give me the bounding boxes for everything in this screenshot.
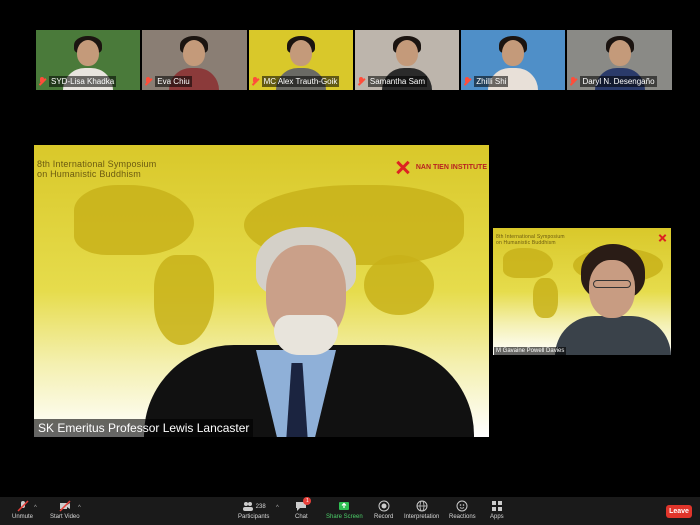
- participant-label: Samantha Sam: [357, 75, 457, 88]
- side-speaker-body: [555, 316, 671, 355]
- people-icon: [242, 502, 253, 511]
- participant-name: MC Alex Trauth-Goik: [261, 76, 340, 87]
- mic-muted-icon: [16, 500, 29, 512]
- participant-tile[interactable]: SYD-Lisa Khadka: [36, 30, 141, 90]
- participant-label: MC Alex Trauth-Goik: [251, 75, 351, 88]
- institute-logo: NAN TIEN INSTITUTE: [393, 157, 487, 177]
- participant-face: [77, 40, 100, 66]
- start-video-button[interactable]: Start Video: [50, 500, 80, 520]
- record-icon: [378, 500, 390, 512]
- mic-muted-icon: [251, 77, 259, 86]
- logo-text: NAN TIEN INSTITUTE: [415, 163, 487, 171]
- side-slide-title: 8th International Symposium on Humanisti…: [496, 234, 565, 246]
- participant-tile[interactable]: Zhilli Shi: [461, 30, 566, 90]
- participant-tile[interactable]: MC Alex Trauth-Goik: [248, 30, 353, 90]
- participant-label: Daryl N. Desengaño: [569, 75, 669, 88]
- side-speaker-name: M Gavaine Powell Davies: [494, 347, 567, 355]
- globe-icon: [416, 500, 428, 512]
- participant-tile[interactable]: Eva Chiu: [142, 30, 247, 90]
- map-shape: [533, 278, 558, 318]
- leave-button[interactable]: Leave: [666, 505, 692, 518]
- participant-tile[interactable]: Samantha Sam: [354, 30, 460, 90]
- share-screen-button[interactable]: Share Screen: [326, 500, 363, 520]
- participants-options-caret[interactable]: ^: [276, 505, 279, 511]
- unmute-options-caret[interactable]: ^: [34, 505, 37, 511]
- speaker-beard: [274, 315, 338, 355]
- mic-muted-icon: [144, 77, 152, 86]
- interpretation-button[interactable]: Interpretation: [404, 500, 439, 520]
- participant-name: Samantha Sam: [367, 76, 428, 87]
- main-speaker-video[interactable]: 8th International Symposium on Humanisti…: [34, 145, 489, 437]
- video-off-icon: [59, 500, 71, 512]
- participant-name: SYD-Lisa Khadka: [49, 76, 117, 87]
- reactions-button[interactable]: Reactions: [449, 500, 476, 520]
- glasses: [593, 280, 631, 288]
- participant-count: 238: [255, 504, 266, 510]
- meeting-toolbar: Unmute ^ Start Video ^ 238 Participants …: [0, 497, 700, 525]
- mic-muted-icon: [569, 77, 577, 86]
- participant-label: Zhilli Shi: [463, 75, 563, 88]
- map-shape: [154, 255, 214, 345]
- participant-name: Daryl N. Desengaño: [580, 76, 657, 87]
- participant-face: [396, 40, 419, 66]
- apps-icon: [491, 501, 502, 511]
- chat-icon: 1: [295, 497, 312, 512]
- logo-mark-icon: [658, 233, 667, 242]
- slide-title: 8th International Symposium on Humanisti…: [37, 159, 157, 179]
- participant-name: Zhilli Shi: [474, 76, 509, 87]
- apps-button[interactable]: Apps: [490, 500, 504, 520]
- main-speaker-name: SK Emeritus Professor Lewis Lancaster: [34, 419, 254, 437]
- participant-name: Eva Chiu: [155, 76, 192, 87]
- chat-badge: 1: [303, 497, 312, 505]
- side-speaker-face: [589, 260, 635, 318]
- participant-face: [289, 40, 312, 66]
- participants-button[interactable]: 238 Participants: [238, 500, 269, 520]
- video-options-caret[interactable]: ^: [78, 505, 81, 511]
- share-screen-icon: [339, 502, 350, 510]
- participant-label: SYD-Lisa Khadka: [38, 75, 138, 88]
- mic-muted-icon: [357, 77, 365, 86]
- participant-face: [183, 40, 206, 66]
- record-button[interactable]: Record: [374, 500, 393, 520]
- participants-icon-row: 238: [242, 500, 266, 514]
- participant-gallery: SYD-Lisa Khadka Eva Chiu MC Alex Trauth-Go…: [36, 30, 672, 90]
- participant-face: [502, 40, 525, 66]
- map-shape: [74, 185, 194, 255]
- mic-muted-icon: [463, 77, 471, 86]
- map-shape: [503, 248, 553, 278]
- smiley-icon: [456, 500, 468, 512]
- map-shape: [364, 255, 434, 315]
- chat-button[interactable]: 1 Chat: [295, 497, 312, 520]
- logo-mark-icon: [393, 157, 413, 177]
- participant-face: [608, 40, 631, 66]
- mic-muted-icon: [38, 77, 46, 86]
- participant-label: Eva Chiu: [144, 75, 244, 88]
- unmute-button[interactable]: Unmute: [12, 500, 33, 520]
- participant-tile[interactable]: Daryl N. Desengaño: [567, 30, 672, 90]
- side-speaker-video[interactable]: 8th International Symposium on Humanisti…: [493, 228, 671, 355]
